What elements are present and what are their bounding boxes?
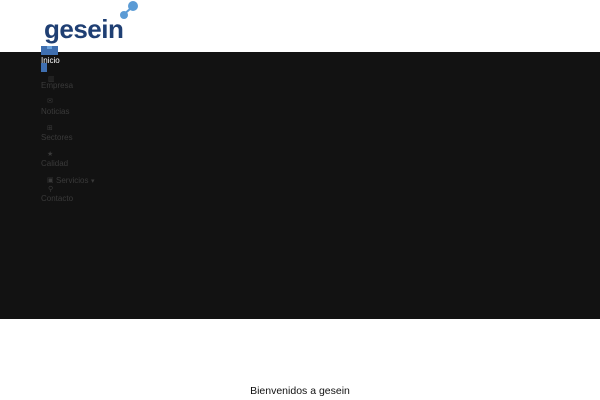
chevron-down-icon[interactable]: ▾ xyxy=(91,178,95,185)
site-logo[interactable]: gesein xyxy=(42,0,138,48)
nav-item-noticias[interactable]: Noticias xyxy=(41,107,69,116)
briefcase-icon: ▣ xyxy=(47,177,54,184)
envelope-icon: ✉ xyxy=(47,98,53,105)
nav-item-sectores[interactable]: Sectores xyxy=(41,133,73,142)
nav-item-servicios[interactable]: Servicios xyxy=(56,176,88,185)
main-nav: Inicio ▥ Empresa ✉ Noticias ⊞ Sectores ★… xyxy=(0,46,120,222)
nav-item-calidad[interactable]: Calidad xyxy=(41,159,68,168)
star-icon: ★ xyxy=(47,151,54,158)
welcome-heading: Bienvenidos a gesein xyxy=(250,385,350,397)
grid-icon: ⊞ xyxy=(47,125,53,132)
hero-banner: Inicio ▥ Empresa ✉ Noticias ⊞ Sectores ★… xyxy=(0,46,600,319)
nav-item-empresa[interactable]: Empresa xyxy=(41,81,73,90)
nav-item-inicio[interactable]: Inicio xyxy=(41,56,60,65)
map-pin-icon: ⚲ xyxy=(48,186,54,193)
site-header: gesein xyxy=(0,0,600,52)
nav-item-contacto[interactable]: Contacto xyxy=(41,194,73,203)
molecule-icon xyxy=(120,1,138,19)
